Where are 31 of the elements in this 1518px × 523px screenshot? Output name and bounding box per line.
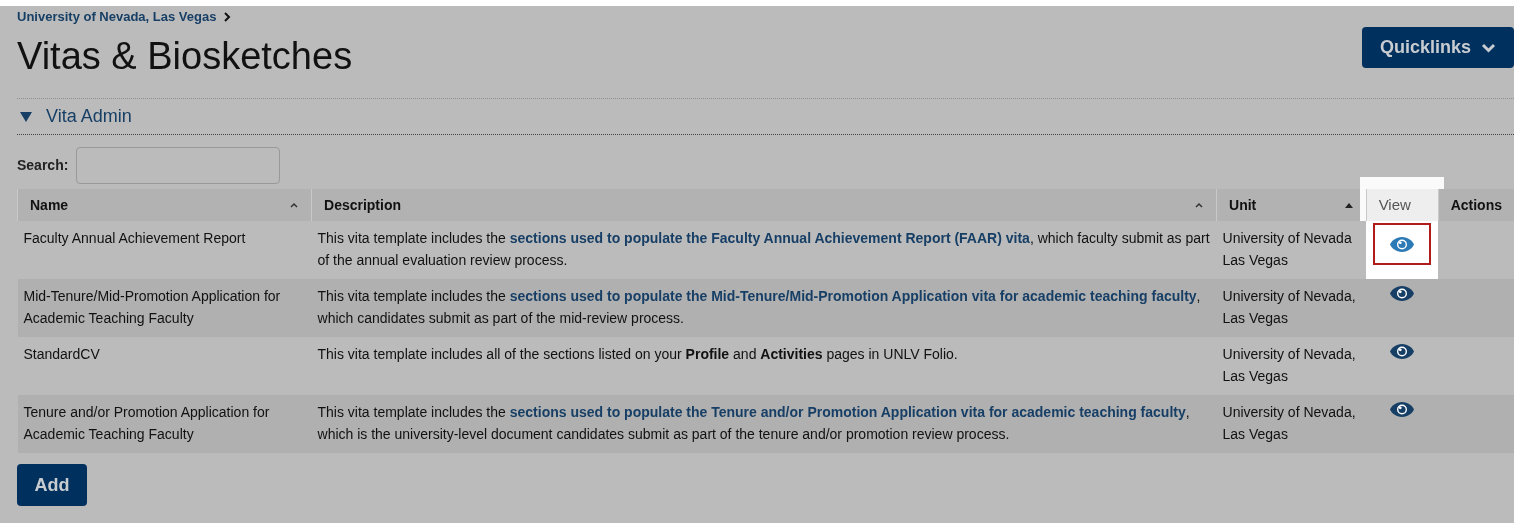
name-cell-text: Faculty Annual Achievement Report: [23, 229, 247, 248]
name-cell-text: Mid-Tenure/Mid-Promotion Application for Academic Teaching Faculty: [23, 287, 282, 328]
page-title: Vitas & Biosketches: [17, 34, 353, 79]
eye-icon[interactable]: [1389, 235, 1416, 253]
eye-icon[interactable]: [1389, 400, 1416, 418]
section-toggle[interactable]: Vita Admin: [17, 103, 132, 130]
unit-cell-text: University of Nevada Las Vegas: [1222, 229, 1353, 270]
description-text: This vita template includes the sections used to populate the Tenure and/or Promotion Application vita for academic teaching faculty, which is the university-level document candidates submit as part of the tenure and/or promotion review process.: [317, 403, 1191, 444]
eye-icon[interactable]: [1389, 284, 1416, 302]
column-header: Actions: [1438, 189, 1514, 221]
column-header[interactable]: Description: [311, 189, 1217, 221]
search-field[interactable]: [76, 147, 281, 184]
eye-icon[interactable]: [1389, 342, 1416, 360]
breadcrumb-link[interactable]: University of Nevada, Las Vegas: [17, 7, 217, 27]
description-text: This vita template includes the sections used to populate the Mid-Tenure/Mid-Promotion Application vita for academic teaching faculty, which candidates submit as part of the mid-review process.: [317, 287, 1202, 328]
description-text: This vita template includes all of the sections listed on your Profile and Activities pages in UNLV Folio.: [317, 345, 959, 364]
unit-cell-text: University of Nevada, Las Vegas: [1222, 403, 1357, 444]
name-cell-text: Tenure and/or Promotion Application for Academic Teaching Faculty: [23, 403, 271, 444]
unit-cell-text: University of Nevada, Las Vegas: [1222, 287, 1357, 328]
add-button[interactable]: Add: [17, 464, 87, 506]
chevron-down-icon: [1481, 42, 1496, 53]
unit-cell-text: University of Nevada, Las Vegas: [1222, 345, 1357, 386]
quicklinks-button[interactable]: Quicklinks: [1361, 27, 1514, 68]
template-link[interactable]: sections used to populate the Faculty Annual Achievement Report (FAAR) vita: [509, 230, 1030, 246]
search-label: Search:: [17, 156, 69, 175]
template-link[interactable]: sections used to populate the Tenure and/or Promotion Application vita for academic teaching faculty: [509, 404, 1186, 420]
chevron-right-icon: [224, 12, 232, 22]
description-text: This vita template includes the sections used to populate the Faculty Annual Achievement Report (FAAR) vita, which faculty submit as part of the annual evaluation review process.: [317, 229, 1211, 270]
name-cell-text: StandardCV: [23, 345, 101, 364]
template-link[interactable]: sections used to populate the Mid-Tenure/Mid-Promotion Application vita for academic teaching faculty: [509, 288, 1197, 304]
column-header[interactable]: Name: [17, 189, 312, 221]
